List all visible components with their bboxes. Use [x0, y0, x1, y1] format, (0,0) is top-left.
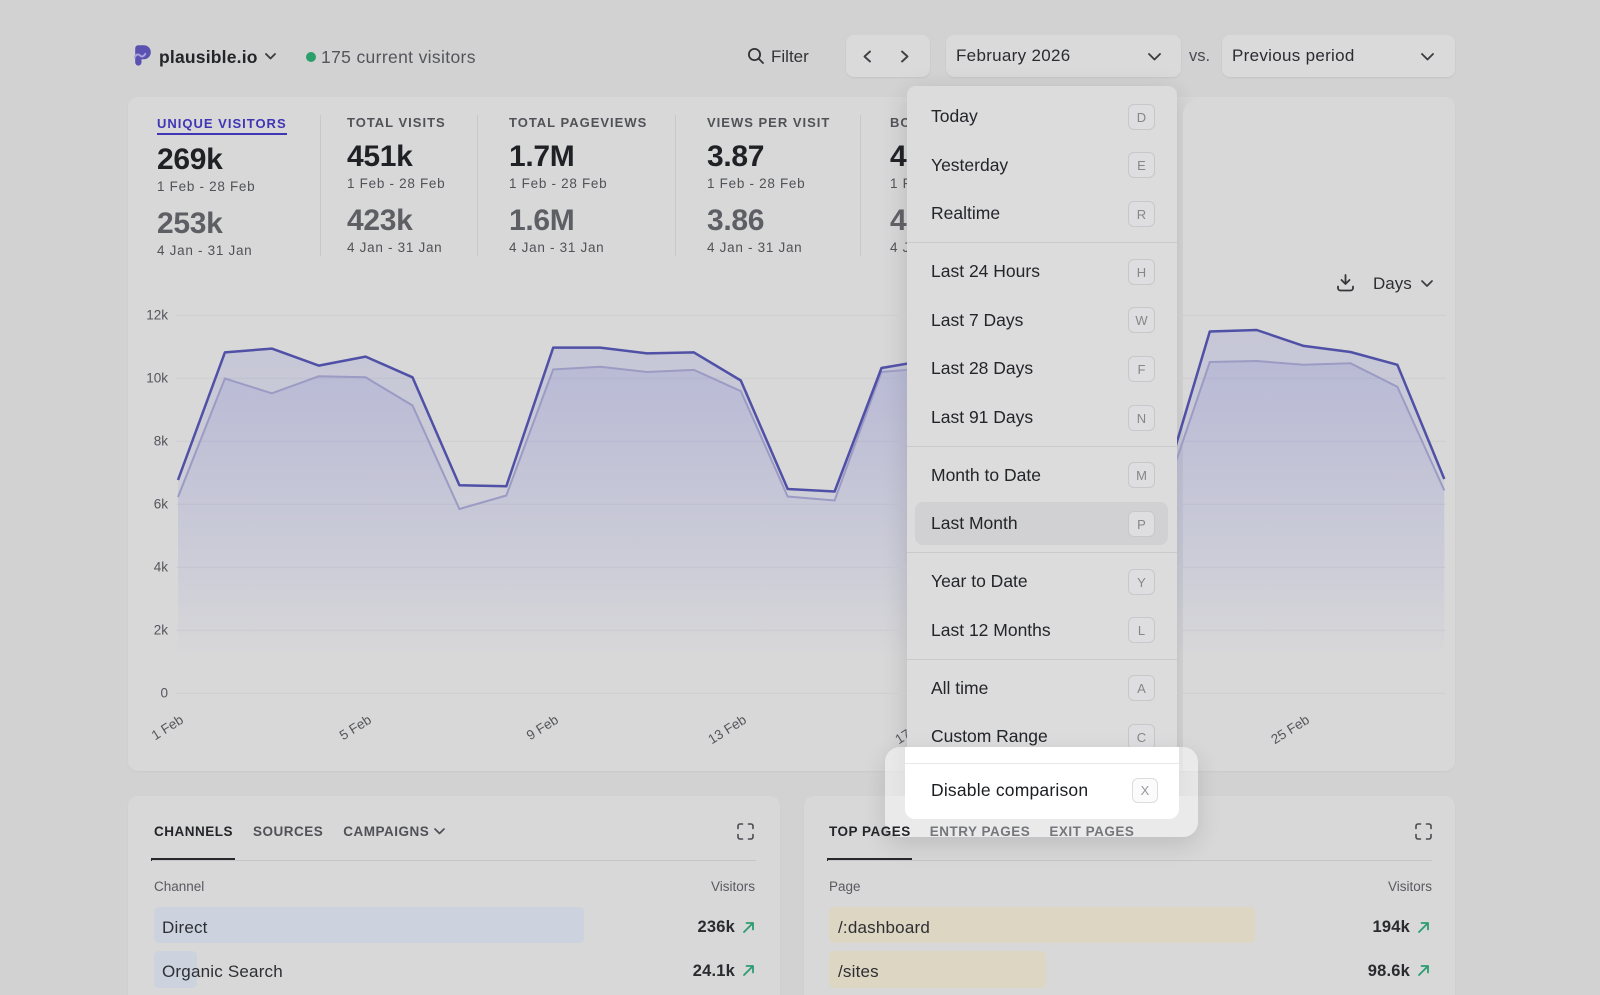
- svg-text:12k: 12k: [146, 308, 168, 323]
- svg-text:2k: 2k: [154, 623, 169, 638]
- svg-text:8k: 8k: [154, 434, 169, 449]
- svg-text:4k: 4k: [154, 560, 169, 575]
- svg-text:0: 0: [160, 686, 168, 701]
- svg-text:10k: 10k: [146, 371, 168, 386]
- svg-text:6k: 6k: [154, 497, 169, 512]
